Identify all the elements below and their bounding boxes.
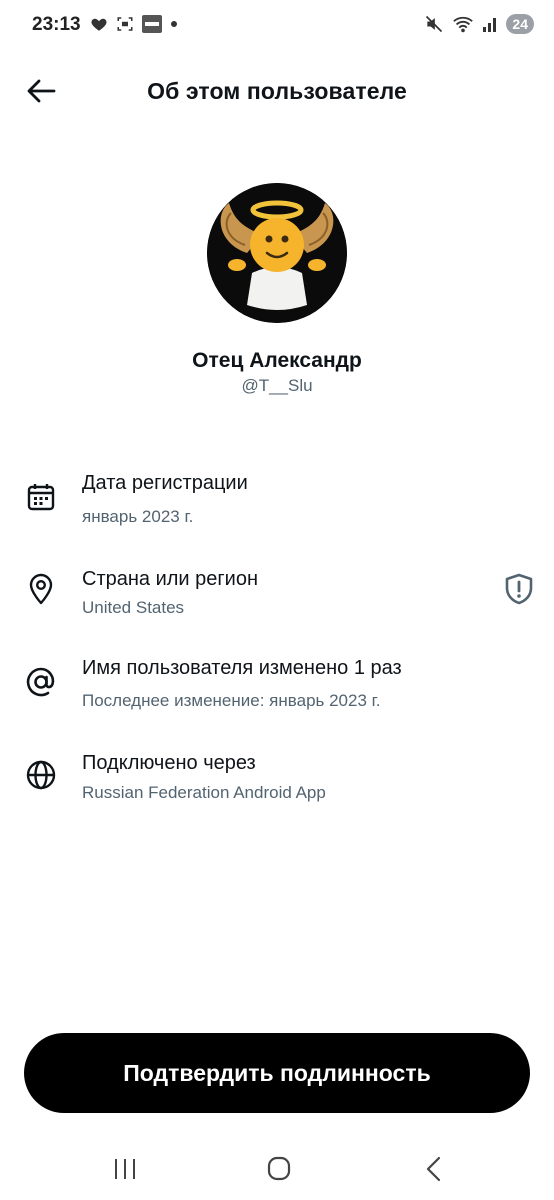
app-header: Об этом пользователе <box>0 60 554 120</box>
signal-icon <box>483 18 497 32</box>
globe-icon <box>26 760 56 790</box>
country-value: United States <box>82 598 185 617</box>
wifi-icon <box>453 16 474 33</box>
home-icon[interactable] <box>259 1154 299 1184</box>
username-last-change: Последнее изменение: январь 2023 г. <box>82 691 381 710</box>
recent-apps-icon[interactable] <box>105 1154 145 1184</box>
profile-handle: @T__Slu <box>241 376 313 395</box>
registration-date: январь 2023 г. <box>82 507 194 526</box>
nav-back-icon[interactable] <box>414 1154 454 1184</box>
shield-icon[interactable] <box>503 572 535 606</box>
registration-title: Дата регистрации <box>82 472 248 494</box>
connected-app: Russian Federation Android App <box>82 783 326 802</box>
status-bar: 23:13 24 <box>0 0 554 52</box>
country-title: Страна или регион <box>82 568 259 590</box>
status-time: 23:13 <box>32 14 81 35</box>
system-nav-bar <box>0 1140 554 1200</box>
profile-name: Отец Александр <box>192 349 362 372</box>
connected-title: Подключено через <box>82 752 256 774</box>
at-sign-icon <box>26 667 55 697</box>
angel-emoji-image <box>207 183 347 323</box>
dot-icon <box>171 21 177 27</box>
verify-authenticity-button[interactable]: Подтвердить подлинность <box>24 1033 530 1113</box>
mute-icon <box>426 15 443 33</box>
battery-indicator: 24 <box>506 14 534 34</box>
heart-icon <box>91 18 107 31</box>
status-right-icons: 24 <box>424 14 534 34</box>
location-pin-icon <box>29 573 53 605</box>
page-title: Об этом пользователе <box>147 78 407 104</box>
calendar-icon <box>27 484 55 511</box>
bybit-icon <box>142 15 162 33</box>
avatar[interactable] <box>207 183 347 323</box>
status-left-icons <box>90 15 178 33</box>
screenshot-icon <box>117 17 133 31</box>
username-changes-title: Имя пользователя изменено 1 раз <box>82 657 402 679</box>
